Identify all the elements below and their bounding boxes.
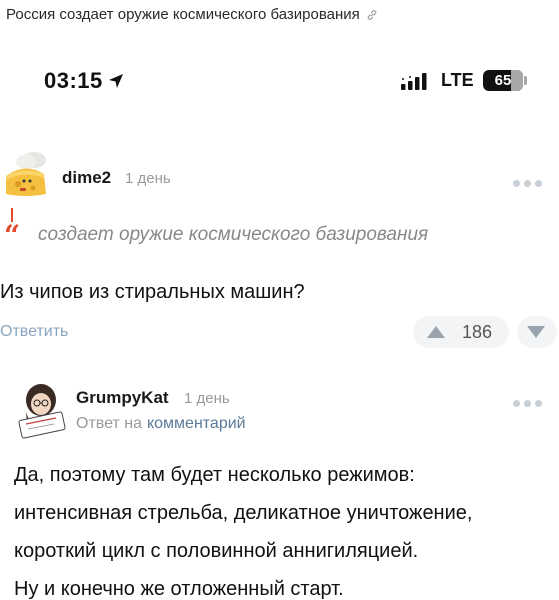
avatar-cartoon-girl[interactable] — [16, 382, 66, 440]
comment-text: Да, поэтому там будет несколько режимов:… — [14, 456, 472, 600]
comment-date: 1 день — [125, 170, 171, 187]
comment-score: 186 — [462, 322, 493, 342]
reply-to-prefix: Ответ на — [76, 415, 142, 432]
battery-level: 65 — [494, 72, 512, 89]
comment-actions: Ответить 186 — [0, 316, 559, 352]
quote-icon: “ — [4, 219, 21, 252]
comment-text-line: короткий цикл с половинной аннигиляцией. — [14, 540, 419, 562]
reply-button[interactable]: Ответить — [0, 323, 68, 341]
reply-to-line: Ответ на комментарий — [76, 415, 246, 433]
signal-bars-icon — [401, 73, 427, 90]
reply-to-link[interactable]: комментарий — [147, 415, 246, 432]
comment-date: 1 день — [184, 390, 230, 407]
link-icon[interactable] — [366, 9, 378, 21]
battery-cap — [524, 76, 527, 85]
comment-text-line: интенсивная стрельба, деликатное уничтож… — [14, 502, 473, 524]
status-time-group: 03:15 — [44, 68, 125, 94]
battery-icon: 65 — [483, 70, 523, 91]
more-options-icon[interactable] — [513, 174, 549, 187]
avatar-cheese-chef[interactable] — [0, 148, 50, 202]
upvote-arrow-icon[interactable] — [425, 324, 447, 340]
status-time: 03:15 — [44, 68, 103, 93]
quote-text: создает оружие космического базирования — [38, 224, 429, 245]
comment-author[interactable]: GrumpyKat — [76, 388, 169, 408]
comment-author[interactable]: dime2 — [62, 168, 111, 188]
location-arrow-icon — [108, 74, 123, 88]
comment-text-line: Ну и конечно же отложенный старт. — [14, 578, 344, 600]
network-type: LTE — [441, 70, 474, 90]
status-bar: 03:15 LTE 65 — [0, 62, 559, 102]
comment-text-line: Да, поэтому там будет несколько режимов: — [14, 464, 415, 486]
more-options-icon[interactable] — [513, 394, 549, 407]
comment-text: Из чипов из стиральных машин? — [0, 281, 305, 303]
comment-quote: “ создает оружие космического базировани… — [0, 208, 559, 252]
post-title-row: Россия создает оружие космического базир… — [6, 6, 378, 23]
post-title[interactable]: Россия создает оружие космического базир… — [6, 6, 360, 23]
downvote-arrow-icon[interactable] — [525, 324, 547, 340]
